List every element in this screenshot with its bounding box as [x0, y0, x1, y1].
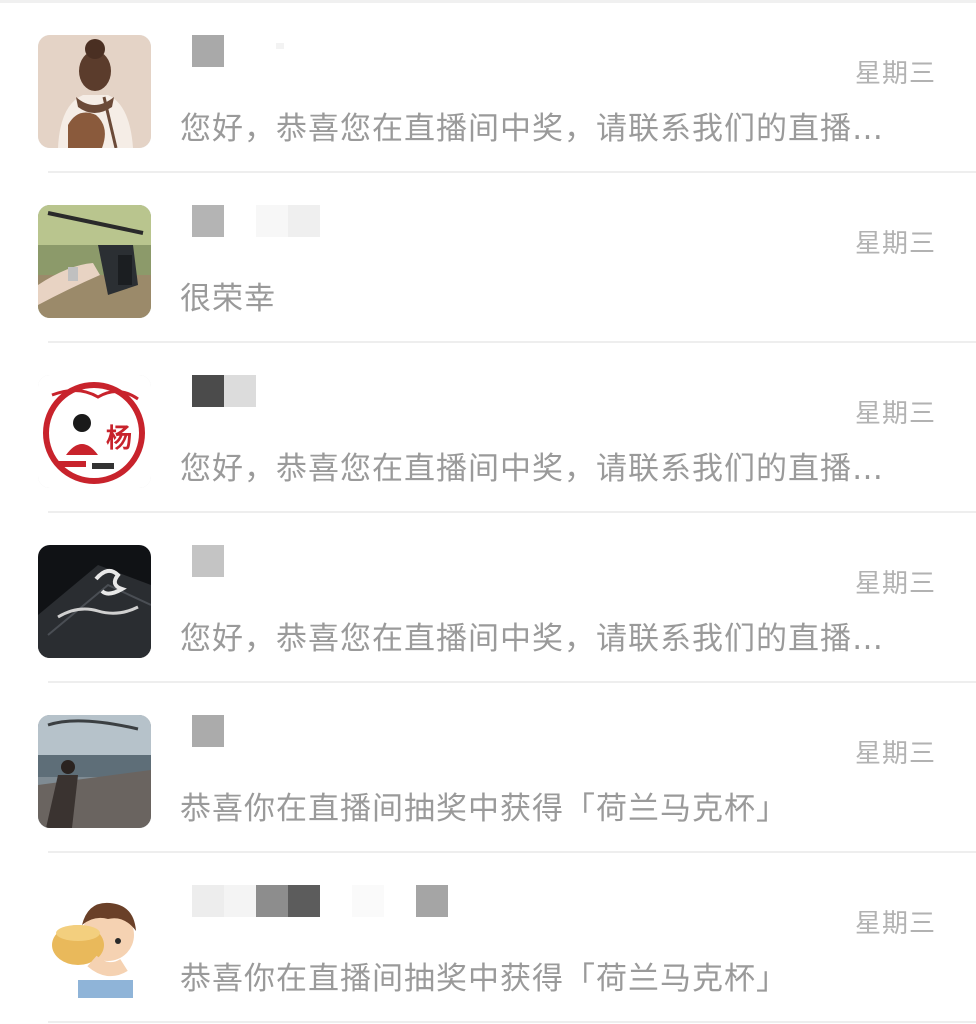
message-preview: 很荣幸 — [180, 281, 276, 317]
chat-row[interactable]: 杨 星期三 您好，恭喜您在直播间中奖，请联系我们的直播… — [0, 343, 976, 513]
girl-backpack-avatar-icon[interactable] — [38, 35, 151, 148]
red-yang-logo-avatar-icon[interactable]: 杨 — [38, 375, 151, 488]
row-divider — [48, 1021, 976, 1023]
message-preview: 恭喜你在直播间抽奖中获得「荷兰马克杯」 — [180, 791, 788, 827]
seaside-pier-avatar-icon[interactable] — [38, 715, 151, 828]
message-preview: 恭喜你在直播间抽奖中获得「荷兰马克杯」 — [180, 961, 788, 997]
message-preview: 您好，恭喜您在直播间中奖，请联系我们的直播… — [180, 451, 884, 487]
timestamp: 星期三 — [854, 569, 936, 599]
timestamp: 星期三 — [854, 229, 936, 259]
crossbow-hand-avatar-icon[interactable] — [38, 205, 151, 318]
timestamp: 星期三 — [854, 399, 936, 429]
timestamp: 星期三 — [854, 909, 936, 939]
calligraphy-card-avatar-icon[interactable] — [38, 545, 151, 658]
chat-row[interactable]: 星期三 很荣幸 — [0, 173, 976, 343]
timestamp: 星期三 — [854, 739, 936, 769]
message-preview: 您好，恭喜您在直播间中奖，请联系我们的直播… — [180, 111, 884, 147]
timestamp: 星期三 — [854, 59, 936, 89]
chat-row[interactable]: 星期三 您好，恭喜您在直播间中奖，请联系我们的直播… — [0, 513, 976, 683]
chat-row[interactable]: 星期三 恭喜你在直播间抽奖中获得「荷兰马克杯」 — [0, 683, 976, 853]
chat-row[interactable]: 星期三 您好，恭喜您在直播间中奖，请联系我们的直播… — [0, 3, 976, 173]
cartoon-boy-drinking-avatar-icon[interactable] — [38, 885, 151, 998]
chat-row[interactable]: 星期三 恭喜你在直播间抽奖中获得「荷兰马克杯」 — [0, 853, 976, 1023]
message-preview: 您好，恭喜您在直播间中奖，请联系我们的直播… — [180, 621, 884, 657]
svg-text:杨: 杨 — [106, 424, 132, 454]
